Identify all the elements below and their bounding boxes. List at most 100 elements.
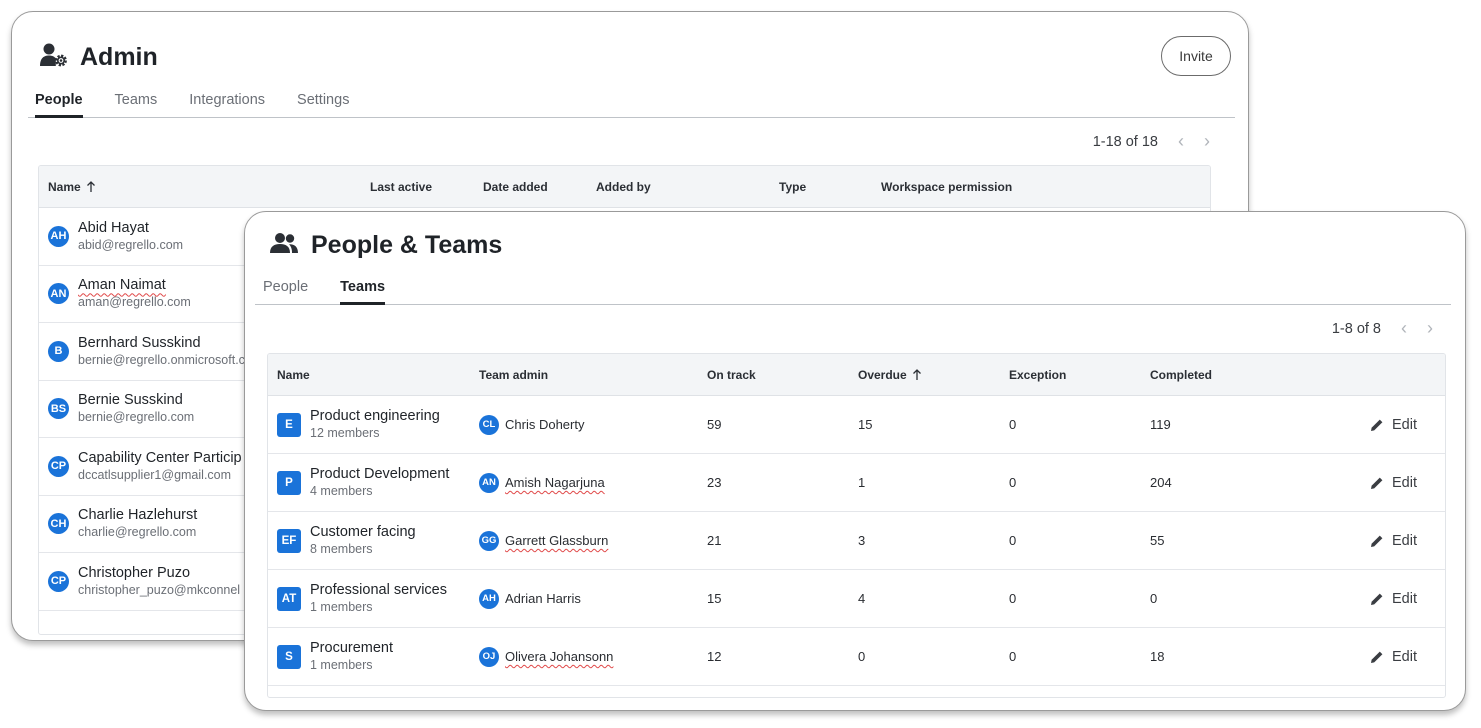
on-track-value: 59 xyxy=(707,417,722,432)
person-name: Bernhard Susskind xyxy=(78,334,201,351)
completed-value: 0 xyxy=(1150,591,1158,606)
edit-button[interactable]: Edit xyxy=(1369,475,1417,491)
chevron-right-icon[interactable]: › xyxy=(1204,131,1210,152)
team-admin-cell: AN Amish Nagarjuna xyxy=(479,472,605,493)
column-name[interactable]: Name xyxy=(48,180,96,194)
team-admin-name: Chris Doherty xyxy=(505,417,585,432)
team-admin-name: Amish Nagarjuna xyxy=(505,475,605,490)
avatar: GG xyxy=(479,530,499,551)
table-row[interactable]: P Product Development 4 members AN Amish … xyxy=(268,454,1445,512)
team-cell: P Product Development 4 members xyxy=(277,466,449,499)
person-email: bernie@regrello.com xyxy=(78,410,195,425)
chevron-left-icon[interactable]: ‹ xyxy=(1178,131,1184,152)
completed-value: 18 xyxy=(1150,649,1165,664)
arrow-up-icon xyxy=(912,369,921,380)
column-added-by[interactable]: Added by xyxy=(596,180,651,194)
team-cell: AT Professional services 1 members xyxy=(277,582,447,615)
edit-label: Edit xyxy=(1392,416,1417,433)
people-teams-panel: People & Teams People Teams 1-8 of 8 ‹ ›… xyxy=(244,211,1466,711)
person-email: bernie@regrello.onmicrosoft.c xyxy=(78,352,245,367)
team-members: 4 members xyxy=(310,484,373,498)
page-title: Admin xyxy=(80,42,158,71)
table-row[interactable]: S Procurement 1 members OJ Olivera Johans… xyxy=(268,628,1445,686)
team-badge: EF xyxy=(277,528,301,553)
person-name: Capability Center Particip xyxy=(78,449,242,466)
teams-pagination: 1-8 of 8 ‹ › xyxy=(1332,318,1433,339)
admin-header: Admin xyxy=(40,40,158,74)
team-admin-name: Olivera Johansonn xyxy=(505,649,614,664)
person-cell: CP Christopher Puzo christopher_puzo@mkco… xyxy=(39,565,240,598)
team-badge: E xyxy=(277,412,301,437)
users-icon xyxy=(269,232,299,259)
person-name: Charlie Hazlehurst xyxy=(78,507,198,524)
exception-value: 0 xyxy=(1009,591,1017,606)
team-members: 8 members xyxy=(310,542,373,556)
person-email: charlie@regrello.com xyxy=(78,525,197,540)
avatar: AN xyxy=(479,472,499,493)
edit-label: Edit xyxy=(1392,532,1417,549)
pencil-icon xyxy=(1371,535,1383,547)
avatar: BS xyxy=(48,398,69,420)
column-on-track[interactable]: On track xyxy=(707,368,756,382)
on-track-value: 21 xyxy=(707,533,722,548)
on-track-value: 23 xyxy=(707,475,722,490)
team-cell: EF Customer facing 8 members xyxy=(277,524,416,557)
tab-settings[interactable]: Settings xyxy=(297,92,349,117)
person-cell: BS Bernie Susskind bernie@regrello.com xyxy=(39,392,194,425)
exception-value: 0 xyxy=(1009,533,1017,548)
column-type[interactable]: Type xyxy=(779,180,806,194)
edit-button[interactable]: Edit xyxy=(1369,533,1417,549)
on-track-value: 15 xyxy=(707,591,722,606)
table-row[interactable]: E Product engineering 12 members CL Chris… xyxy=(268,396,1445,454)
team-admin-cell: CL Chris Doherty xyxy=(479,414,585,435)
exception-value: 0 xyxy=(1009,649,1017,664)
tab-teams[interactable]: Teams xyxy=(340,279,385,305)
tab-people[interactable]: People xyxy=(263,279,308,304)
team-cell: E Product engineering 12 members xyxy=(277,408,440,441)
overdue-value: 1 xyxy=(858,475,866,490)
team-badge: P xyxy=(277,470,301,495)
table-row[interactable]: EF Customer facing 8 members GG Garrett G… xyxy=(268,512,1445,570)
pagination-text: 1-8 of 8 xyxy=(1331,320,1381,337)
column-workspace-permission[interactable]: Workspace permission xyxy=(881,180,1012,194)
admin-pagination: 1-18 of 18 ‹ › xyxy=(1093,131,1210,152)
person-cell: AH Abid Hayat abid@regrello.com xyxy=(39,220,183,253)
chevron-left-icon[interactable]: ‹ xyxy=(1401,318,1407,339)
team-name: Customer facing xyxy=(310,524,416,540)
edit-button[interactable]: Edit xyxy=(1369,591,1417,607)
edit-button[interactable]: Edit xyxy=(1369,649,1417,665)
team-name: Professional services xyxy=(310,582,447,598)
tab-people[interactable]: People xyxy=(35,92,83,118)
person-email: christopher_puzo@mkconnel xyxy=(78,582,241,597)
person-cell: AN Aman Naimat aman@regrello.com xyxy=(39,277,191,310)
team-admin-cell: OJ Olivera Johansonn xyxy=(479,646,614,667)
tab-teams[interactable]: Teams xyxy=(115,92,158,117)
column-completed[interactable]: Completed xyxy=(1150,368,1212,382)
pagination-text: 1-18 of 18 xyxy=(1092,133,1158,150)
exception-value: 0 xyxy=(1009,475,1017,490)
column-team-admin[interactable]: Team admin xyxy=(479,368,548,382)
overdue-value: 3 xyxy=(858,533,866,548)
avatar: AH xyxy=(479,588,499,609)
column-last-active[interactable]: Last active xyxy=(370,180,432,194)
person-email: abid@regrello.com xyxy=(78,237,184,252)
table-row[interactable]: AT Professional services 1 members AH Adr… xyxy=(268,570,1445,628)
column-date-added[interactable]: Date added xyxy=(483,180,548,194)
table-header: Name Last active Date added Added by Typ… xyxy=(39,166,1210,208)
chevron-right-icon[interactable]: › xyxy=(1427,318,1433,339)
avatar: CL xyxy=(479,414,499,435)
person-cell: CH Charlie Hazlehurst charlie@regrello.co… xyxy=(39,507,197,540)
column-exception[interactable]: Exception xyxy=(1009,368,1066,382)
column-name[interactable]: Name xyxy=(277,368,310,382)
edit-button[interactable]: Edit xyxy=(1369,417,1417,433)
completed-value: 204 xyxy=(1150,475,1172,490)
column-label: Name xyxy=(48,179,81,194)
column-overdue[interactable]: Overdue xyxy=(858,368,922,382)
invite-button[interactable]: Invite xyxy=(1161,36,1231,76)
overdue-value: 0 xyxy=(858,649,866,664)
person-name: Bernie Susskind xyxy=(78,392,183,409)
page-title: People & Teams xyxy=(311,230,503,259)
user-gear-icon xyxy=(40,42,68,73)
pencil-icon xyxy=(1371,593,1383,605)
tab-integrations[interactable]: Integrations xyxy=(189,92,265,117)
